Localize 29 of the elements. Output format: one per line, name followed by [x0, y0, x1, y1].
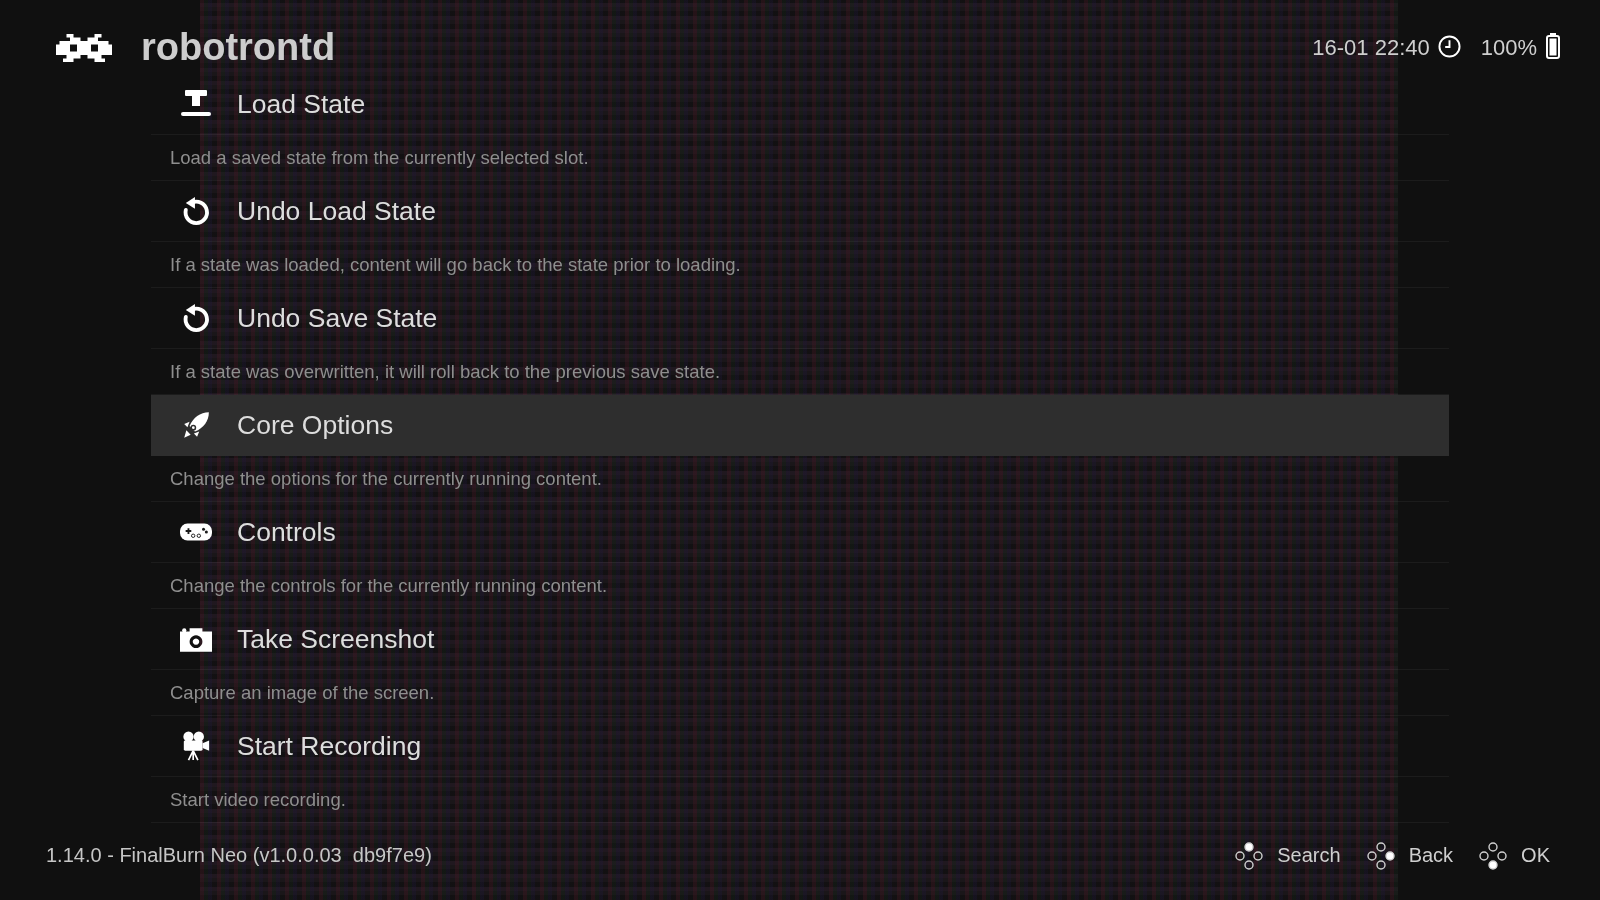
invader-logo-icon: [56, 34, 112, 62]
item-description: Load a saved state from the currently selected slot.: [170, 146, 589, 169]
item-description: Capture an image of the screen.: [170, 681, 435, 704]
date-time: 16-01 22:40: [1312, 35, 1430, 61]
menu-item[interactable]: Load State: [151, 74, 1449, 135]
version-text: 1.14.0 - FinalBurn Neo (v1.0.0.03 db9f7e9): [46, 844, 432, 867]
item-description: If a state was overwritten, it will roll back to the previous save state.: [170, 360, 721, 383]
hint-button[interactable]: Search: [1235, 841, 1341, 870]
item-description: Start video recording.: [170, 788, 346, 811]
battery-percent: 100%: [1480, 35, 1537, 61]
battery-icon: [1546, 33, 1560, 59]
face-buttons-icon: [1479, 841, 1508, 870]
face-buttons-icon: [1235, 841, 1264, 870]
app-title: robotrontd: [141, 27, 336, 69]
face-buttons-icon: [1366, 841, 1395, 870]
item-description: Change the controls for the currently running content.: [170, 574, 608, 597]
menu-item[interactable]: Core Options: [151, 395, 1449, 456]
menu-item[interactable]: Undo Save State: [151, 288, 1449, 349]
menu-item[interactable]: Start Recording: [151, 716, 1449, 777]
menu-item[interactable]: Take Screenshot: [151, 609, 1449, 670]
menu-item[interactable]: Controls: [151, 502, 1449, 563]
movie-camera-icon: [180, 731, 212, 761]
upload-icon: [180, 89, 212, 119]
item-description: Change the options for the currently running content.: [170, 467, 602, 490]
hint-button[interactable]: OK: [1479, 841, 1550, 870]
menu-item[interactable]: Undo Load State: [151, 181, 1449, 242]
item-description: If a state was loaded, content will go back to the state prior to loading.: [170, 253, 741, 276]
hint-button[interactable]: Back: [1366, 841, 1454, 870]
clock-icon: [1437, 35, 1461, 58]
